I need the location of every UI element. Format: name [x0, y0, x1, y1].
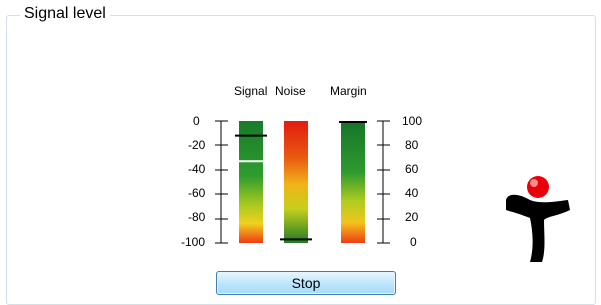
signal-bar [239, 121, 263, 243]
t-logo-icon [506, 176, 570, 262]
margin-bar [341, 121, 365, 243]
noise-bar [284, 121, 308, 243]
stop-button[interactable]: Stop [216, 271, 396, 295]
